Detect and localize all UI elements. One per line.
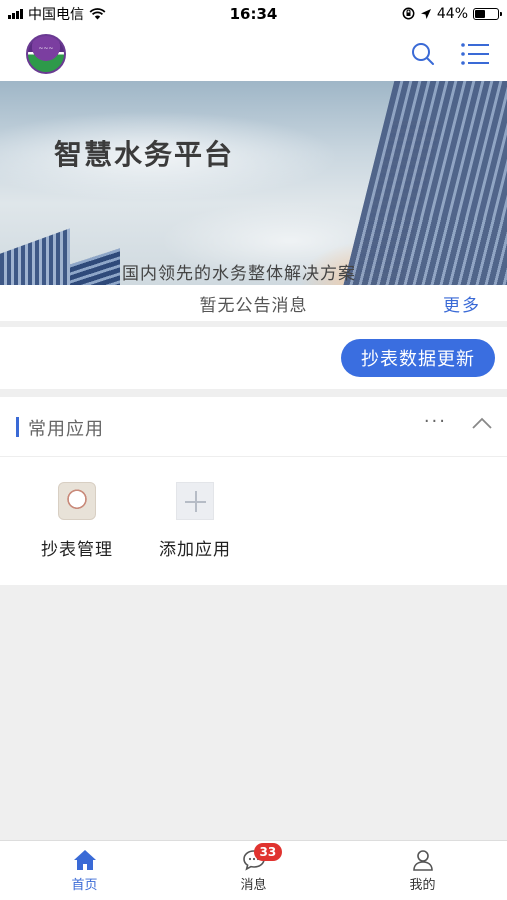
app-label: 添加应用 xyxy=(159,540,231,560)
apps-title: 常用应用 xyxy=(28,419,104,440)
header-actions xyxy=(411,42,489,66)
banner-image[interactable]: 智慧水务平台 国内领先的水务整体解决方案 xyxy=(0,81,507,285)
tab-home[interactable]: 首页 xyxy=(0,841,169,900)
battery-icon xyxy=(473,7,502,20)
signal-icon xyxy=(8,8,23,19)
notice-text: 暂无公告消息 xyxy=(199,295,308,316)
battery-percent: 44% xyxy=(436,5,468,22)
notice-more-link[interactable]: 更多 xyxy=(443,291,481,316)
banner-title: 智慧水务平台 xyxy=(54,138,235,171)
apps-grid: 抄表管理 添加应用 xyxy=(0,457,507,585)
tab-label: 我的 xyxy=(409,877,436,893)
app-add[interactable]: 添加应用 xyxy=(145,481,245,560)
orientation-lock-icon xyxy=(402,7,415,20)
list-menu-icon[interactable] xyxy=(461,42,489,66)
search-icon[interactable] xyxy=(411,42,435,66)
status-time: 16:34 xyxy=(229,4,278,23)
apps-header: 常用应用 ··· xyxy=(0,397,507,457)
tab-label: 首页 xyxy=(71,877,98,893)
battery-level xyxy=(475,9,485,18)
add-icon xyxy=(175,481,215,521)
app-meter-management[interactable]: 抄表管理 xyxy=(27,481,127,560)
section-accent-bar xyxy=(16,417,19,437)
tab-label: 消息 xyxy=(240,877,267,893)
notice-bar: 暂无公告消息 更多 xyxy=(0,285,507,321)
user-icon xyxy=(412,849,433,871)
meter-reading-icon xyxy=(57,481,97,521)
wifi-icon xyxy=(89,8,106,20)
tab-profile[interactable]: 我的 xyxy=(338,841,507,900)
chevron-up-icon[interactable] xyxy=(471,415,493,434)
banner-subtitle: 国内领先的水务整体解决方案 xyxy=(122,264,356,284)
home-icon xyxy=(73,849,96,870)
update-section: 抄表数据更新 xyxy=(0,327,507,389)
app-label: 抄表管理 xyxy=(41,540,113,560)
status-left: 中国电信 xyxy=(8,4,106,24)
status-bar: 中国电信 16:34 44% xyxy=(0,0,507,27)
status-right: 44% xyxy=(402,5,502,22)
apps-more-button[interactable]: ··· xyxy=(424,411,447,432)
tab-messages[interactable]: 33 消息 xyxy=(169,841,338,900)
location-arrow-icon xyxy=(420,8,431,19)
app-header: ~~~ xyxy=(0,27,507,81)
message-badge: 33 xyxy=(253,843,283,861)
bottom-tab-bar: 首页 33 消息 我的 xyxy=(0,840,507,900)
company-logo[interactable]: ~~~ xyxy=(26,34,66,74)
carrier-label: 中国电信 xyxy=(28,6,84,23)
meter-data-update-button[interactable]: 抄表数据更新 xyxy=(341,339,495,377)
